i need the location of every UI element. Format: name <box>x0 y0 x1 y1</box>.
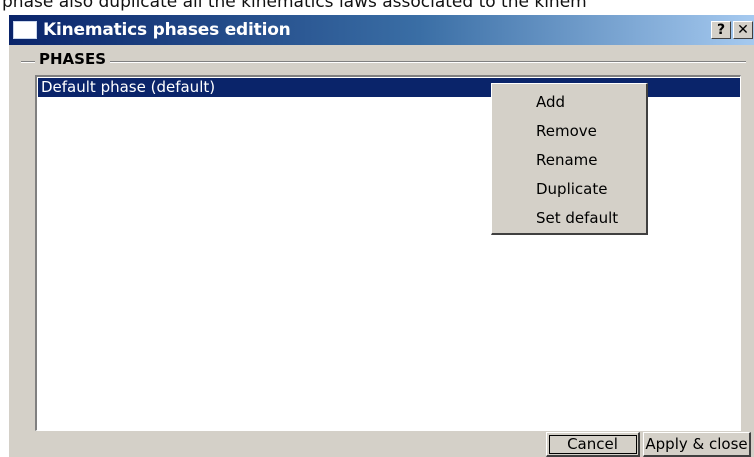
apply-close-button[interactable]: Apply & close <box>643 432 751 457</box>
menu-item-duplicate[interactable]: Duplicate <box>492 175 646 204</box>
kinematics-phases-dialog: Kinematics phases edition ? ✕ PHASES Def… <box>8 14 754 457</box>
window-icon <box>13 21 37 39</box>
menu-item-set-default[interactable]: Set default <box>492 204 646 233</box>
cancel-button[interactable]: Cancel <box>546 432 640 457</box>
group-label-phases: PHASES <box>35 50 111 68</box>
title-bar[interactable]: Kinematics phases edition ? ✕ <box>9 15 754 45</box>
close-icon: ✕ <box>737 22 749 38</box>
menu-item-rename[interactable]: Rename <box>492 146 646 175</box>
document-caption-text: phase also duplicate all the kinematics … <box>2 0 587 12</box>
menu-item-add[interactable]: Add <box>492 88 646 117</box>
menu-item-remove[interactable]: Remove <box>492 117 646 146</box>
title-buttons: ? ✕ <box>711 21 753 39</box>
window-title: Kinematics phases edition <box>43 20 291 40</box>
help-button[interactable]: ? <box>711 21 731 39</box>
context-menu: Add Remove Rename Duplicate Set default <box>491 83 648 235</box>
group-divider <box>21 61 746 63</box>
close-button[interactable]: ✕ <box>733 21 753 39</box>
